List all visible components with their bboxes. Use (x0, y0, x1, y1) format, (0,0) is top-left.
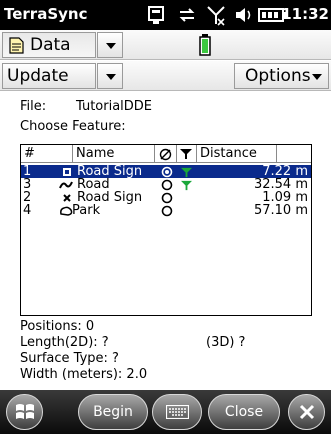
choose-feature-label: Choose Feature: (20, 119, 126, 134)
options-label: Options (245, 66, 311, 86)
list-header: # Name Distance (21, 145, 311, 163)
line-icon (59, 181, 73, 189)
positions-text: Positions: 0 (20, 319, 95, 334)
selected-circle-icon (161, 166, 173, 178)
close-button[interactable]: Close (208, 394, 280, 430)
filter-icon (180, 149, 192, 159)
clock[interactable]: 11:32 (281, 5, 329, 23)
section-toolbar: Data (0, 30, 331, 60)
subsection-label: Update (7, 66, 69, 86)
close-icon (299, 404, 315, 420)
header-filter[interactable] (177, 145, 197, 163)
length2d-text: Length(2D): ? (20, 335, 109, 350)
row-num: 4 (23, 203, 32, 218)
table-row[interactable]: 4 Park 57.10 m (21, 204, 311, 217)
signal-off-icon[interactable] (205, 4, 227, 26)
row-name: Park (72, 203, 101, 218)
keyboard-icon (166, 405, 189, 419)
surface-type-text: Surface Type: ? (20, 351, 119, 366)
volume-icon[interactable] (233, 4, 255, 26)
satellite-icon (159, 148, 172, 161)
start-button[interactable] (6, 394, 43, 430)
file-label: File: (20, 99, 47, 114)
document-icon (9, 37, 24, 54)
width-text: Width (meters): 2.0 (20, 367, 148, 382)
x-point-icon (63, 194, 71, 202)
length3d-text: (3D) ? (206, 335, 246, 350)
subsection-dropdown-arrow[interactable] (97, 63, 123, 89)
square-point-icon (63, 168, 71, 176)
subsection-toolbar: Update Options (0, 61, 331, 91)
options-dropdown-arrow (312, 74, 322, 80)
bottom-bar: Begin Close (0, 390, 331, 434)
app-title: TerraSync (4, 5, 88, 23)
status-bar: TerraSync 11:32 (0, 0, 331, 30)
feature-list[interactable]: # Name Distance 1 Road Sign 7.22 m 3 Roa… (20, 144, 312, 316)
windows-icon (16, 404, 34, 419)
header-distance[interactable]: Distance (197, 145, 277, 163)
options-button[interactable]: Options (234, 63, 329, 89)
subsection-button[interactable]: Update (2, 63, 96, 89)
header-num[interactable]: # (21, 145, 73, 163)
exit-button[interactable] (288, 394, 325, 430)
area-icon (60, 206, 73, 216)
empty-circle-icon (161, 192, 173, 204)
empty-circle-icon (161, 205, 173, 217)
battery-status-icon (199, 34, 211, 56)
begin-button[interactable]: Begin (78, 394, 148, 430)
header-name[interactable]: Name (73, 145, 155, 163)
row-distance: 57.10 m (253, 203, 308, 218)
connection-icon[interactable] (146, 4, 168, 26)
empty-circle-icon (161, 179, 173, 191)
section-button[interactable]: Data (2, 32, 96, 58)
header-status[interactable] (155, 145, 177, 163)
filter-icon (181, 167, 192, 178)
section-dropdown-arrow[interactable] (97, 32, 123, 58)
sync-icon[interactable] (176, 4, 198, 26)
section-label: Data (30, 35, 71, 55)
file-value: TutorialDDE (76, 99, 153, 114)
filter-icon (181, 180, 192, 191)
keyboard-button[interactable] (152, 394, 202, 430)
